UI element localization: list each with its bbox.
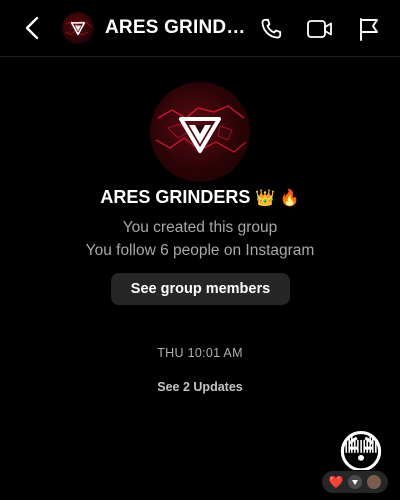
back-button[interactable] — [16, 12, 48, 44]
audio-call-button[interactable] — [254, 12, 288, 46]
reactor-avatar-2-icon — [367, 475, 382, 489]
header-title[interactable]: ARES GRINDERS — [105, 17, 247, 39]
flag-icon — [360, 18, 378, 41]
message-reactions[interactable]: ❤️ — [321, 470, 389, 494]
group-avatar-large[interactable] — [150, 82, 250, 182]
video-call-button[interactable] — [303, 12, 337, 46]
follow-count-text: You follow 6 people on Instagram — [85, 242, 315, 259]
reactor-avatar-icon — [348, 475, 363, 489]
message-timestamp: THU 10:01 AM — [157, 346, 243, 360]
group-name-text: ARES GRINDERS — [100, 187, 251, 207]
see-updates-link[interactable]: See 2 Updates — [0, 380, 400, 394]
ares-logo-icon — [65, 20, 92, 36]
chevron-left-icon — [25, 16, 39, 40]
video-camera-icon — [307, 20, 332, 38]
crown-fire-emojis: 👑 🔥 — [255, 190, 300, 207]
chat-header: ARES GRINDERS — [0, 0, 400, 57]
ares-logo-icon — [155, 105, 247, 153]
report-flag-button[interactable] — [352, 12, 386, 46]
group-name: ARES GRINDERS 👑 🔥 — [0, 187, 400, 208]
heart-reaction-icon: ❤️ — [328, 475, 344, 489]
phone-icon — [261, 18, 282, 39]
created-group-text: You created this group — [122, 219, 278, 236]
see-group-members-button[interactable]: See group members — [111, 273, 290, 305]
group-avatar-small[interactable] — [62, 12, 94, 44]
